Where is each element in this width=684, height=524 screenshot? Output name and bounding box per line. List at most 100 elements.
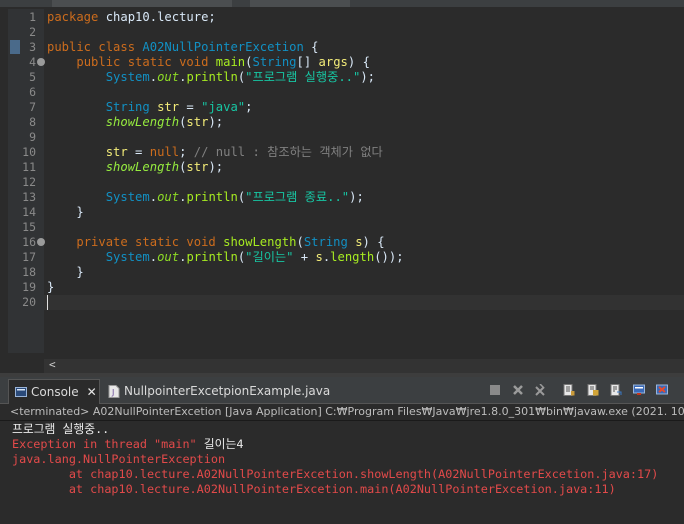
- code-editor[interactable]: 1 package chap10.lecture; 2 3 public class A…: [0, 7, 684, 373]
- code-token: );: [208, 160, 224, 174]
- line-number: 20: [22, 295, 36, 309]
- scroll-left-icon[interactable]: <: [49, 358, 56, 371]
- fold-toggle-icon[interactable]: [37, 58, 45, 66]
- code-token: }: [47, 280, 55, 294]
- code-token: s: [315, 250, 323, 264]
- launch-status-text: <terminated> A02NullPointerExcetion [Jav…: [10, 405, 684, 418]
- code-line[interactable]: System.out.println("프로그램 실행중..");: [47, 70, 375, 85]
- code-token: "프로그램 종료..": [245, 190, 350, 204]
- line-number: 9: [29, 130, 36, 144]
- pin-console-icon[interactable]: [633, 384, 645, 396]
- console-icon: [15, 387, 27, 397]
- code-token: .: [149, 70, 158, 84]
- code-token: null: [149, 145, 180, 159]
- code-token: // null : 참조하는 객체가 없다: [193, 145, 383, 159]
- code-line[interactable]: System.out.println("프로그램 종료..");: [47, 190, 364, 205]
- code-token: s: [355, 235, 363, 249]
- code-token: );: [349, 190, 364, 204]
- svg-text:J: J: [111, 388, 114, 397]
- editor-tab[interactable]: [52, 0, 232, 7]
- code-token: length: [330, 250, 375, 264]
- console-output-line: java.lang.NullPointerException: [12, 452, 226, 466]
- clear-console-icon[interactable]: [563, 384, 575, 396]
- scroll-lock-icon[interactable]: [587, 384, 599, 396]
- code-line[interactable]: }: [47, 205, 83, 220]
- code-line[interactable]: System.out.println("길이는" + s.length());: [47, 250, 404, 265]
- java-file-icon: J: [108, 385, 120, 398]
- line-number: 2: [29, 25, 36, 39]
- display-selected-console-icon[interactable]: [656, 384, 668, 396]
- line-number: 7: [29, 100, 36, 114]
- code-token: main: [215, 55, 246, 69]
- editor-tab-strip: [0, 0, 684, 7]
- line-number: 14: [22, 205, 36, 219]
- line-number: 13: [22, 190, 36, 204]
- remove-all-terminated-icon[interactable]: [534, 384, 546, 396]
- code-token: private static void: [76, 235, 224, 249]
- line-number: 12: [22, 175, 36, 189]
- code-line[interactable]: showLength(str);: [47, 160, 223, 175]
- code-line[interactable]: package chap10.lecture;: [47, 10, 216, 25]
- code-line[interactable]: }: [47, 280, 54, 295]
- code-line[interactable]: showLength(str);: [47, 115, 223, 130]
- console-output-line: 프로그램 실행중..: [12, 422, 110, 436]
- code-token: public static void: [76, 55, 216, 69]
- fold-toggle-icon[interactable]: [37, 238, 45, 246]
- remove-launch-icon[interactable]: [512, 384, 524, 396]
- code-token: out: [157, 250, 180, 264]
- code-line[interactable]: public static void main(String[] args) {: [47, 55, 370, 70]
- code-token: showLength: [105, 115, 180, 129]
- code-line[interactable]: String str = "java";: [47, 100, 253, 115]
- code-token: "길이는": [245, 250, 294, 264]
- code-token: String: [105, 100, 150, 114]
- code-line[interactable]: str = null; // null : 참조하는 객체가 없다: [47, 145, 383, 160]
- tab-java-file-label: NullpointerExcetpionExample.java: [124, 384, 331, 398]
- code-token: ) {: [347, 55, 370, 69]
- error-text: Exception in thread "main": [12, 437, 204, 451]
- code-token: println: [186, 250, 238, 264]
- code-token: System: [105, 250, 150, 264]
- word-wrap-icon[interactable]: [610, 384, 622, 396]
- code-token: System: [105, 70, 150, 84]
- line-number: 18: [22, 265, 36, 279]
- close-icon[interactable]: ✕: [87, 385, 97, 399]
- tab-java-file[interactable]: J NullpointerExcetpionExample.java: [108, 381, 330, 401]
- code-line[interactable]: private static void showLength(String s)…: [47, 235, 384, 250]
- tab-console-label: Console: [31, 385, 79, 399]
- line-number: 1: [29, 10, 36, 24]
- code-token: println: [186, 70, 238, 84]
- tab-console[interactable]: Console ✕: [8, 379, 100, 404]
- code-token: ;: [179, 145, 194, 159]
- code-token: .: [149, 190, 158, 204]
- console-output-line: Exception in thread "main" 길이는4: [12, 437, 243, 452]
- code-token: +: [293, 250, 316, 264]
- editor-tab[interactable]: [250, 0, 350, 7]
- line-number: 4: [29, 55, 36, 69]
- line-number: 17: [22, 250, 36, 264]
- code-token: System: [105, 190, 150, 204]
- terminate-icon[interactable]: [489, 384, 501, 396]
- code-token: {: [303, 40, 319, 54]
- console-tab-bar: Console ✕ J NullpointerExcetpionExample.j…: [0, 377, 684, 404]
- horizontal-scrollbar[interactable]: <: [44, 358, 684, 373]
- code-line[interactable]: }: [47, 265, 83, 280]
- line-number: 6: [29, 85, 36, 99]
- line-number: 16: [22, 235, 36, 249]
- line-number: 19: [22, 280, 36, 294]
- stdout-text: 길이는4: [203, 437, 244, 451]
- code-token: .: [149, 250, 158, 264]
- code-token: A02NullPointerExcetion: [142, 40, 304, 54]
- code-token: public class: [47, 40, 143, 54]
- text-caret: [47, 295, 48, 310]
- code-token: package: [47, 10, 106, 24]
- code-token: String: [252, 55, 297, 69]
- line-number: 15: [22, 220, 36, 234]
- code-line[interactable]: public class A02NullPointerExcetion {: [47, 40, 319, 55]
